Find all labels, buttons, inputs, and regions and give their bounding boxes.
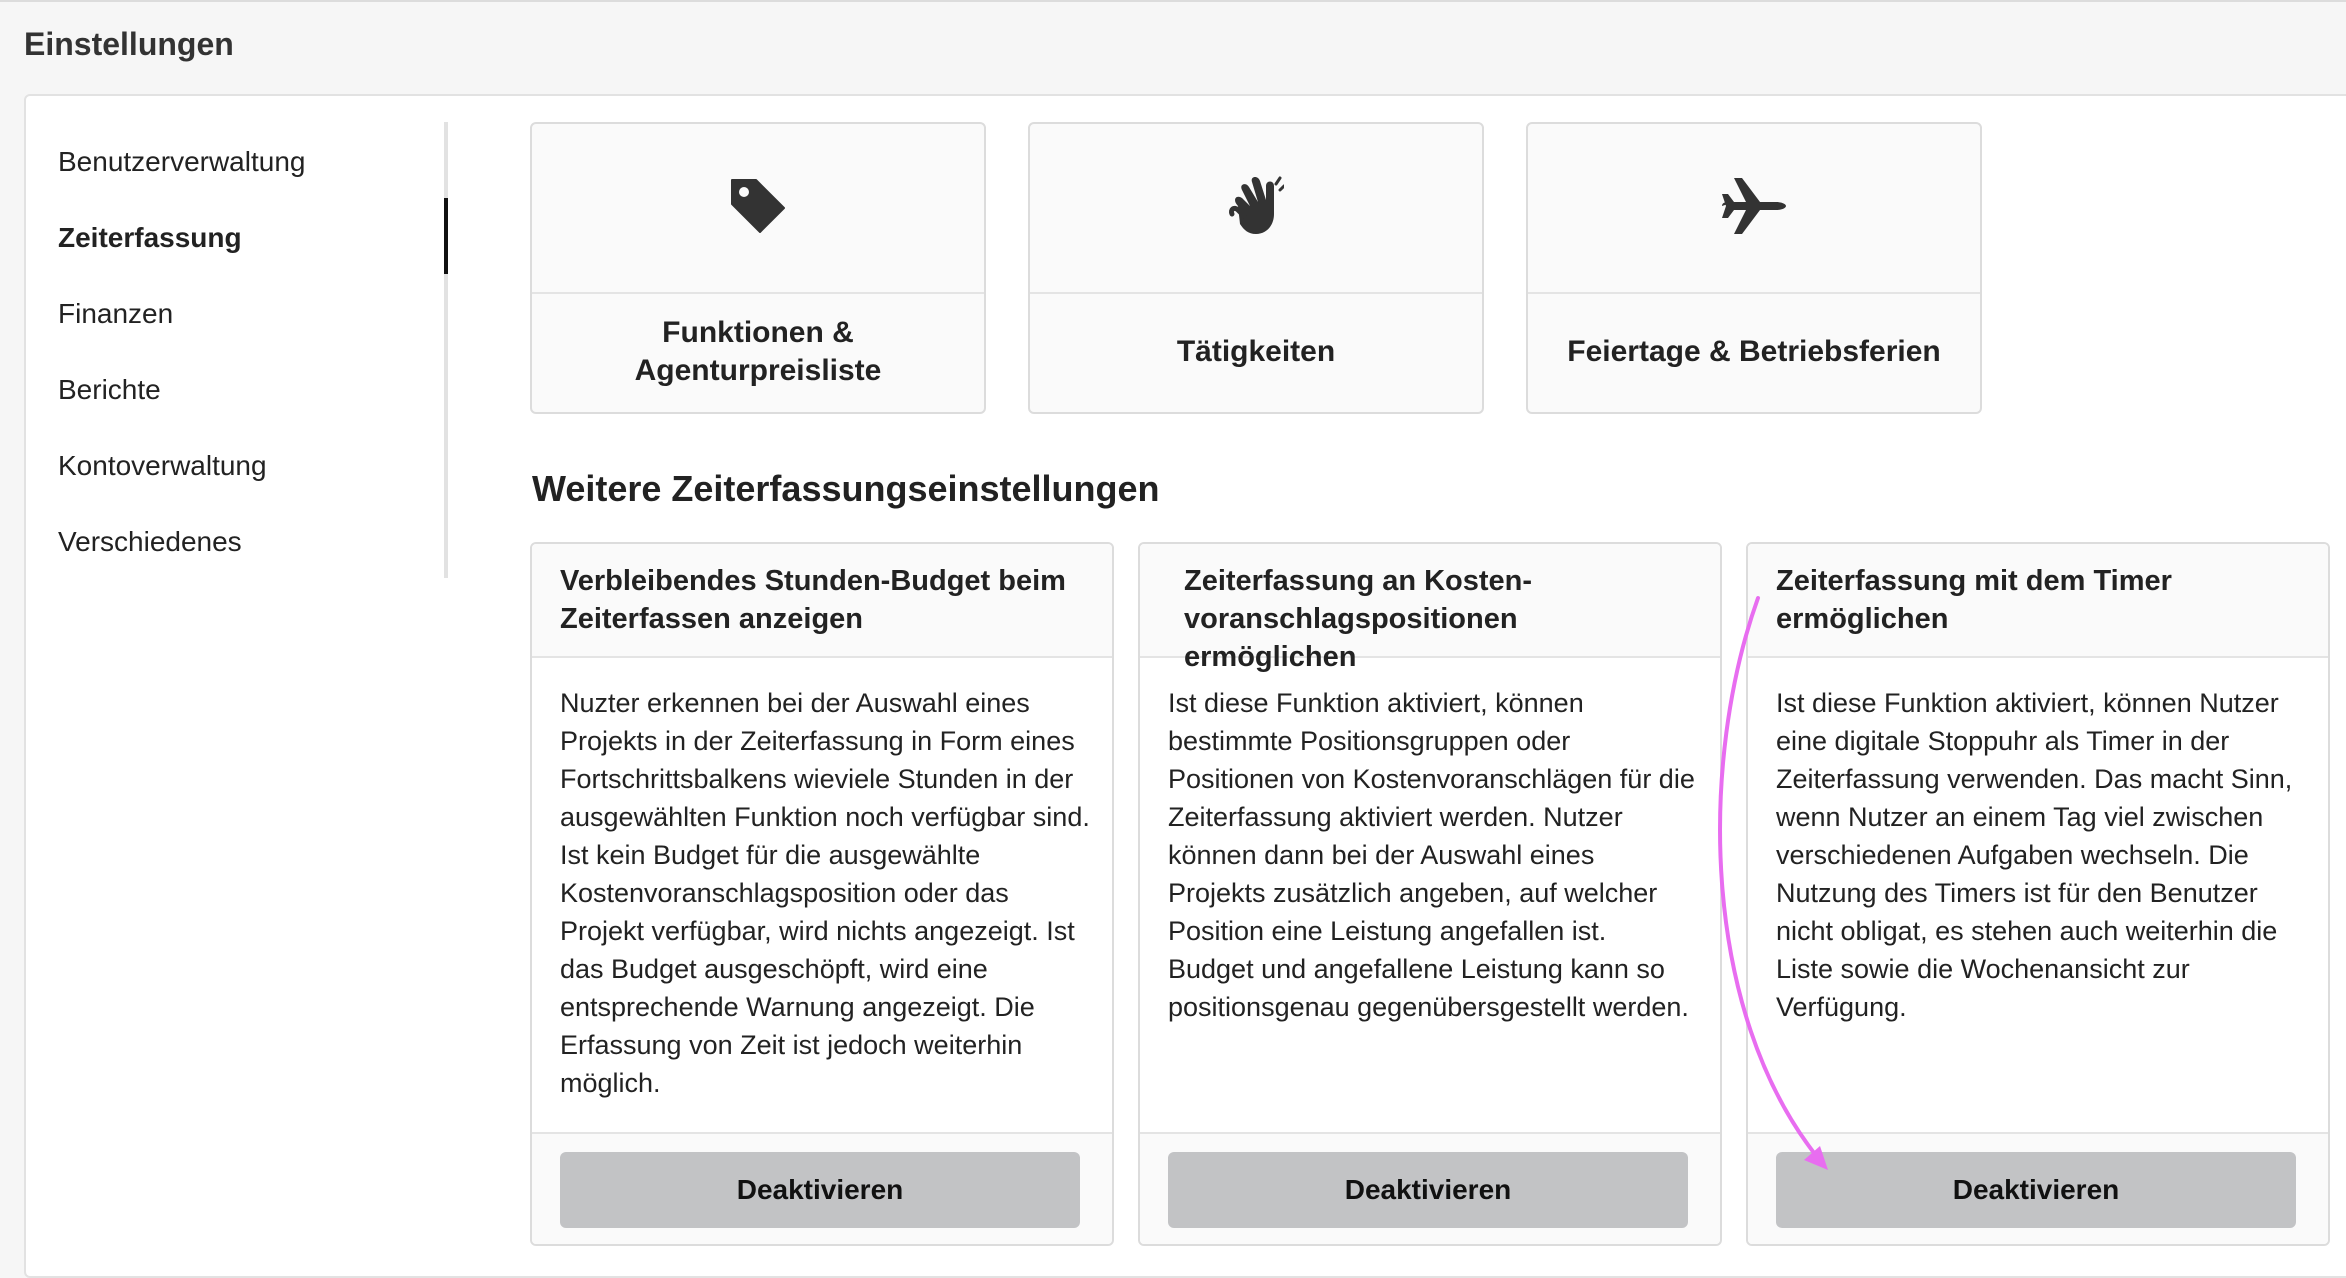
setting-card-stunden-budget: Verbleibendes Stunden-Budget beim Zeiter… [530, 542, 1114, 1246]
card-label: Tätigkeiten [1176, 335, 1336, 368]
sidebar-item-berichte[interactable]: Berichte [58, 360, 438, 420]
setting-description: Nuzter erkennen bei der Auswahl eines Pr… [560, 688, 1090, 1098]
deactivate-button[interactable]: Deaktivieren [1168, 1152, 1688, 1228]
card-feiertage-betriebsferien[interactable]: Feiertage & Betriebsferien [1526, 122, 1982, 414]
settings-panel: Benutzerverwaltung Zeiterfassung Finanze… [24, 94, 2346, 1278]
plane-icon [1720, 176, 1788, 241]
setting-footer: Deaktivieren [1140, 1132, 1720, 1244]
card-label: Funktionen & Agenturpreisliste [634, 316, 882, 387]
card-funktionen-agenturpreisliste[interactable]: Funktionen & Agenturpreisliste [530, 122, 986, 414]
sidebar-item-verschiedenes[interactable]: Verschiedenes [58, 512, 438, 572]
card-taetigkeiten[interactable]: Tätigkeiten [1028, 122, 1484, 414]
sidebar-rail [444, 122, 448, 578]
sidebar-active-indicator [444, 198, 448, 274]
hands-clapping-icon [1228, 176, 1286, 241]
setting-title: Zeiterfassung an Kosten-voranschlagsposi… [1140, 544, 1720, 673]
sidebar-item-zeiterfassung[interactable]: Zeiterfassung [58, 208, 438, 268]
settings-sidebar: Benutzerverwaltung Zeiterfassung Finanze… [26, 96, 448, 1276]
setting-footer: Deaktivieren [1748, 1132, 2328, 1244]
deactivate-button[interactable]: Deaktivieren [1776, 1152, 2296, 1228]
section-heading: Weitere Zeiterfassungseinstellungen [532, 468, 1160, 509]
page-title: Einstellungen [24, 26, 234, 62]
sidebar-item-benutzerverwaltung[interactable]: Benutzerverwaltung [58, 132, 438, 192]
sidebar-item-kontoverwaltung[interactable]: Kontoverwaltung [58, 436, 438, 496]
top-divider [0, 0, 2346, 2]
setting-description: Ist diese Funktion aktiviert, können bes… [1168, 688, 1695, 1022]
setting-title: Verbleibendes Stunden-Budget beim Zeiter… [532, 544, 1112, 658]
setting-card-timer: Zeiterfassung mit dem Timer ermöglichen … [1746, 542, 2330, 1246]
setting-description: Ist diese Funktion aktiviert, können Nut… [1776, 688, 2293, 1022]
setting-title: Zeiterfassung mit dem Timer ermöglichen [1748, 544, 2328, 658]
deactivate-button[interactable]: Deaktivieren [560, 1152, 1080, 1228]
sidebar-item-finanzen[interactable]: Finanzen [58, 284, 438, 344]
setting-card-kostenvoranschlagspositionen: Zeiterfassung an Kosten-voranschlagsposi… [1138, 542, 1722, 1246]
setting-footer: Deaktivieren [532, 1132, 1112, 1244]
card-label: Feiertage & Betriebsferien [1567, 335, 1941, 368]
tag-icon [728, 176, 788, 241]
